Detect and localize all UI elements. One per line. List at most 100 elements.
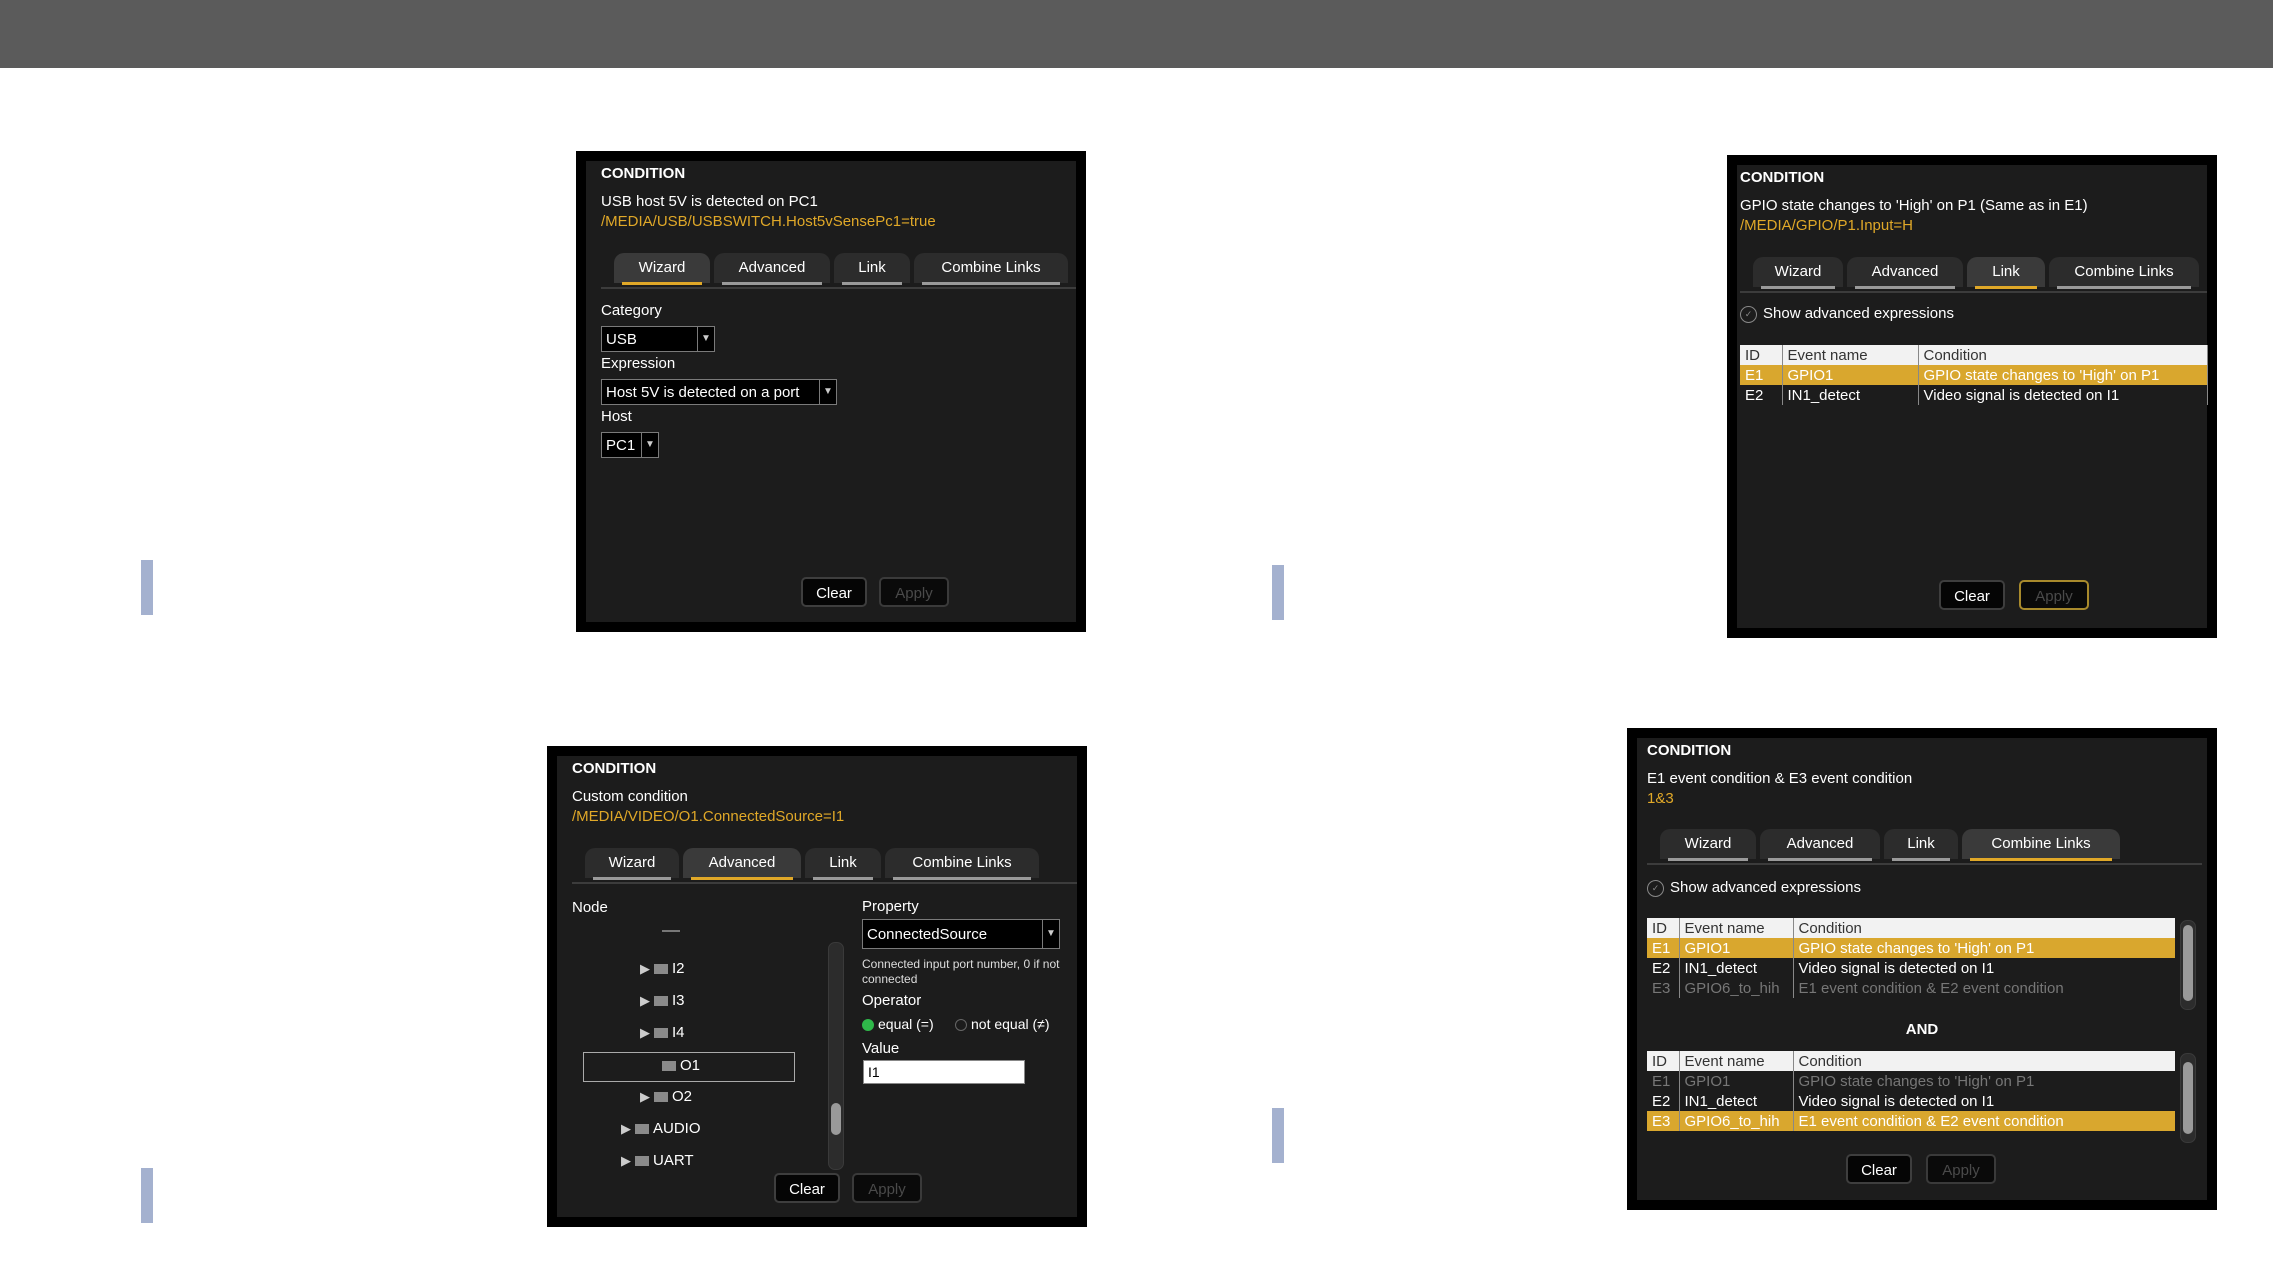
tree-cut-item <box>662 930 680 932</box>
tab-wizard[interactable]: Wizard <box>614 253 710 285</box>
and-label: AND <box>1905 1021 1939 1038</box>
tab-link[interactable]: Link <box>834 253 910 285</box>
tab-advanced[interactable]: Advanced <box>1847 257 1963 289</box>
tab-wizard[interactable]: Wizard <box>1753 257 1843 289</box>
expand-icon: ▶ <box>640 1025 650 1040</box>
show-advanced-toggle[interactable]: ✓ Show advanced expressions <box>1647 879 1861 897</box>
tab-wizard[interactable]: Wizard <box>1660 829 1756 861</box>
radio-selected-icon <box>862 1019 874 1032</box>
apply-button[interactable]: Apply <box>1926 1154 1996 1184</box>
condition-path: /MEDIA/GPIO/P1.Input=H <box>1740 217 1913 234</box>
folder-icon <box>654 1092 668 1103</box>
margin-marker <box>1272 565 1284 620</box>
tab-bar: Wizard Advanced Link Combine Links <box>572 844 1077 884</box>
header-bar <box>0 0 2273 68</box>
tab-link[interactable]: Link <box>1884 829 1958 861</box>
operator-equal-radio[interactable]: equal (=) <box>862 1016 934 1032</box>
table-scrollbar[interactable] <box>2180 1053 2196 1143</box>
operator-label: Operator <box>862 992 922 1009</box>
table-row[interactable]: E3 GPIO6_to_hih E1 event condition & E2 ev… <box>1647 978 2175 998</box>
folder-icon <box>654 996 668 1007</box>
folder-icon <box>635 1124 649 1135</box>
tab-wizard[interactable]: Wizard <box>585 848 679 880</box>
condition-path: /MEDIA/USB/USBSWITCH.Host5vSensePc1=true <box>601 213 936 230</box>
table-row[interactable]: E2 IN1_detect Video signal is detected on … <box>1647 1091 2175 1111</box>
table-row[interactable]: E3 GPIO6_to_hih E1 event condition & E2 ev… <box>1647 1111 2175 1131</box>
expand-icon: ▶ <box>621 1121 631 1136</box>
tab-advanced[interactable]: Advanced <box>714 253 830 285</box>
chevron-down-icon: ▼ <box>697 327 714 351</box>
folder-icon <box>662 1061 676 1072</box>
tree-node-uart[interactable]: ▶ UART <box>621 1152 694 1169</box>
tab-combine-links[interactable]: Combine Links <box>885 848 1039 880</box>
table-scrollbar[interactable] <box>2180 920 2196 1010</box>
folder-icon <box>635 1156 649 1167</box>
check-circle-icon: ✓ <box>1647 879 1664 897</box>
scroll-thumb[interactable] <box>831 1103 841 1135</box>
property-label: Property <box>862 898 919 915</box>
tree-node-o2[interactable]: ▶ O2 <box>640 1088 692 1105</box>
tab-link[interactable]: Link <box>805 848 881 880</box>
table-row[interactable]: E1 GPIO1 GPIO state changes to 'High' on P… <box>1647 1071 2175 1091</box>
folder-icon <box>654 964 668 975</box>
tab-combine-links[interactable]: Combine Links <box>2049 257 2199 289</box>
chevron-down-icon: ▼ <box>641 433 658 457</box>
margin-marker <box>141 560 153 615</box>
tree-node-o1[interactable]: O1 <box>662 1057 700 1074</box>
condition-panel-wizard: CONDITION USB host 5V is detected on PC1… <box>576 151 1086 632</box>
event-table-second: ID Event name Condition E1 GPIO1 GPIO state … <box>1647 1051 2175 1141</box>
scroll-thumb[interactable] <box>2183 925 2193 1001</box>
tab-combine-links[interactable]: Combine Links <box>1962 829 2120 861</box>
condition-path: /MEDIA/VIDEO/O1.ConnectedSource=I1 <box>572 808 845 825</box>
property-select[interactable]: ConnectedSource ▼ <box>862 919 1060 949</box>
tab-advanced[interactable]: Advanced <box>1760 829 1880 861</box>
table-row[interactable]: E2 IN1_detect Video signal is detected on … <box>1740 385 2208 405</box>
value-input[interactable] <box>863 1060 1025 1084</box>
category-label: Category <box>601 302 662 319</box>
expression-select[interactable]: Host 5V is detected on a port ▼ <box>601 379 837 405</box>
chevron-down-icon: ▼ <box>1042 920 1059 948</box>
margin-marker <box>141 1168 153 1223</box>
panel-title: CONDITION <box>572 760 657 777</box>
expand-icon: ▶ <box>640 961 650 976</box>
tab-link[interactable]: Link <box>1967 257 2045 289</box>
table-row[interactable]: E1 GPIO1 GPIO state changes to 'High' on P… <box>1647 938 2175 958</box>
check-circle-icon: ✓ <box>1740 305 1757 323</box>
condition-description: Custom condition <box>572 788 688 805</box>
scroll-thumb[interactable] <box>2183 1062 2193 1134</box>
show-advanced-toggle[interactable]: ✓ Show advanced expressions <box>1740 305 1954 323</box>
tab-advanced[interactable]: Advanced <box>683 848 801 880</box>
apply-button[interactable]: Apply <box>852 1173 922 1203</box>
host-select[interactable]: PC1 ▼ <box>601 432 659 458</box>
tree-node-i2[interactable]: ▶ I2 <box>640 960 685 977</box>
apply-button[interactable]: Apply <box>879 577 949 607</box>
property-help: Connected input port number, 0 if not co… <box>862 957 1060 986</box>
panel-title: CONDITION <box>1647 742 1732 759</box>
clear-button[interactable]: Clear <box>801 577 867 607</box>
tab-combine-links[interactable]: Combine Links <box>914 253 1068 285</box>
tree-node-i4[interactable]: ▶ I4 <box>640 1024 685 1041</box>
tree-scrollbar[interactable] <box>828 942 844 1170</box>
host-label: Host <box>601 408 632 425</box>
tree-node-i3[interactable]: ▶ I3 <box>640 992 685 1009</box>
operator-not-equal-radio[interactable]: not equal (≠) <box>955 1016 1050 1032</box>
expand-icon: ▶ <box>640 993 650 1008</box>
panel-title: CONDITION <box>601 165 686 182</box>
clear-button[interactable]: Clear <box>1846 1154 1912 1184</box>
expand-icon: ▶ <box>640 1089 650 1104</box>
tree-node-audio[interactable]: ▶ AUDIO <box>621 1120 701 1137</box>
event-table-first: ID Event name Condition E1 GPIO1 GPIO state … <box>1647 918 2175 1008</box>
node-label: Node <box>572 899 608 916</box>
apply-button[interactable]: Apply <box>2019 580 2089 610</box>
margin-marker <box>1272 1108 1284 1163</box>
radio-icon <box>955 1019 967 1032</box>
clear-button[interactable]: Clear <box>1939 580 2005 610</box>
clear-button[interactable]: Clear <box>774 1173 840 1203</box>
table-row[interactable]: E2 IN1_detect Video signal is detected on … <box>1647 958 2175 978</box>
category-select[interactable]: USB ▼ <box>601 326 715 352</box>
table-row[interactable]: E1 GPIO1 GPIO state changes to 'High' on P… <box>1740 365 2208 385</box>
condition-description: GPIO state changes to 'High' on P1 (Same… <box>1740 197 2088 214</box>
table-header-row: ID Event name Condition <box>1740 345 2208 365</box>
condition-panel-link: CONDITION GPIO state changes to 'High' o… <box>1727 155 2217 638</box>
tab-bar: Wizard Advanced Link Combine Links <box>601 249 1076 289</box>
